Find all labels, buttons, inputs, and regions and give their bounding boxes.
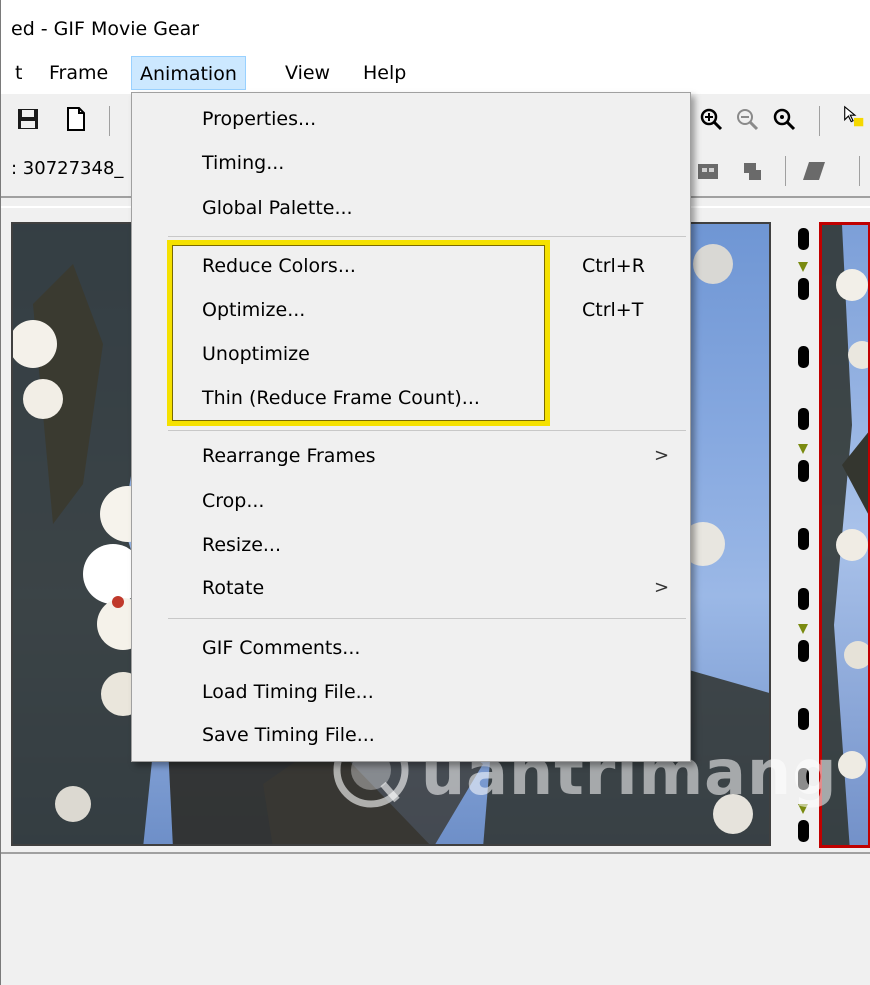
film-hole bbox=[798, 228, 809, 250]
film-hole bbox=[798, 640, 809, 662]
status-panel bbox=[1, 852, 870, 985]
submenu-arrow-icon: > bbox=[654, 445, 670, 466]
frame-marker-icon bbox=[798, 262, 808, 272]
menu-item-label: Optimize... bbox=[202, 299, 306, 321]
window-title: ed - GIF Movie Gear bbox=[11, 18, 200, 40]
menu-help[interactable]: Help bbox=[355, 56, 414, 90]
menu-item-optimize[interactable]: Optimize... Ctrl+T bbox=[132, 290, 690, 330]
title-bar: ed - GIF Movie Gear bbox=[1, 0, 870, 50]
film-hole bbox=[798, 528, 809, 550]
menu-item-label: Crop... bbox=[202, 490, 265, 512]
menu-animation[interactable]: Animation bbox=[131, 56, 246, 90]
submenu-arrow-icon: > bbox=[654, 577, 670, 598]
menu-frame[interactable]: Frame bbox=[41, 56, 116, 90]
menu-item-global-palette[interactable]: Global Palette... bbox=[132, 188, 690, 228]
menu-item-shortcut: Ctrl+T bbox=[582, 299, 644, 321]
toolbar-separator bbox=[859, 156, 860, 186]
menu-separator bbox=[168, 236, 686, 237]
menu-item-label: Thin (Reduce Frame Count)... bbox=[202, 387, 480, 409]
film-hole bbox=[798, 408, 809, 430]
menu-view[interactable]: View bbox=[277, 56, 338, 90]
menu-separator bbox=[168, 430, 686, 431]
menu-item-thin[interactable]: Thin (Reduce Frame Count)... bbox=[132, 378, 690, 418]
film-hole bbox=[798, 460, 809, 482]
film-hole bbox=[798, 708, 809, 730]
menu-item-unoptimize[interactable]: Unoptimize bbox=[132, 334, 690, 374]
film-hole bbox=[798, 820, 809, 842]
frame-marker-icon bbox=[798, 444, 808, 454]
menu-item-crop[interactable]: Crop... bbox=[132, 481, 690, 521]
menu-separator bbox=[168, 618, 686, 619]
menu-item-label: Save Timing File... bbox=[202, 724, 375, 746]
frame-shape-icon[interactable] bbox=[801, 158, 827, 184]
menu-item-reduce-colors[interactable]: Reduce Colors... Ctrl+R bbox=[132, 246, 690, 286]
zoom-reset-icon[interactable] bbox=[771, 106, 797, 132]
new-document-icon[interactable] bbox=[63, 106, 89, 132]
menu-item-label: Load Timing File... bbox=[202, 681, 374, 703]
menu-bar: t Frame Animation View Help bbox=[1, 50, 870, 94]
frame-stack-icon[interactable] bbox=[741, 158, 767, 184]
frame-marker-icon bbox=[798, 624, 808, 634]
menu-item-load-timing-file[interactable]: Load Timing File... bbox=[132, 672, 690, 712]
menu-item-timing[interactable]: Timing... bbox=[132, 143, 690, 183]
thumbnail-image bbox=[822, 225, 868, 845]
menu-item-label: Reduce Colors... bbox=[202, 255, 356, 277]
menu-item-label: Resize... bbox=[202, 534, 281, 556]
zoom-out-icon[interactable] bbox=[734, 106, 760, 132]
toolbar-separator bbox=[819, 106, 820, 136]
pointer-icon[interactable] bbox=[841, 104, 867, 130]
frame-tile-icon[interactable] bbox=[695, 158, 721, 184]
menu-item-gif-comments[interactable]: GIF Comments... bbox=[132, 628, 690, 668]
animation-menu: Properties... Timing... Global Palette..… bbox=[131, 92, 691, 762]
menu-item-resize[interactable]: Resize... bbox=[132, 525, 690, 565]
film-hole bbox=[798, 346, 809, 368]
frame-thumbnail[interactable] bbox=[819, 222, 870, 848]
menu-edit[interactable]: t bbox=[7, 56, 30, 90]
menu-item-shortcut: Ctrl+R bbox=[582, 255, 645, 277]
menu-item-save-timing-file[interactable]: Save Timing File... bbox=[132, 715, 690, 755]
menu-item-rearrange-frames[interactable]: Rearrange Frames > bbox=[132, 436, 690, 476]
menu-item-label: Properties... bbox=[202, 108, 317, 130]
menu-item-rotate[interactable]: Rotate > bbox=[132, 568, 690, 608]
file-name-field: : 30727348_ bbox=[11, 158, 124, 179]
film-hole bbox=[798, 768, 809, 790]
menu-item-label: Rearrange Frames bbox=[202, 445, 376, 467]
app-window: ed - GIF Movie Gear t Frame Animation Vi… bbox=[0, 0, 870, 985]
toolbar-separator bbox=[785, 156, 786, 186]
menu-item-label: Unoptimize bbox=[202, 343, 310, 365]
save-icon[interactable] bbox=[15, 106, 41, 132]
film-hole bbox=[798, 278, 809, 300]
frame-marker-icon bbox=[798, 804, 808, 814]
menu-item-label: GIF Comments... bbox=[202, 637, 361, 659]
menu-item-label: Timing... bbox=[202, 152, 285, 174]
film-strip bbox=[789, 222, 819, 852]
menu-item-label: Rotate bbox=[202, 577, 265, 599]
menu-item-properties[interactable]: Properties... bbox=[132, 99, 690, 139]
zoom-in-icon[interactable] bbox=[698, 106, 724, 132]
toolbar-separator bbox=[109, 106, 110, 136]
menu-item-label: Global Palette... bbox=[202, 197, 353, 219]
film-hole bbox=[798, 588, 809, 610]
